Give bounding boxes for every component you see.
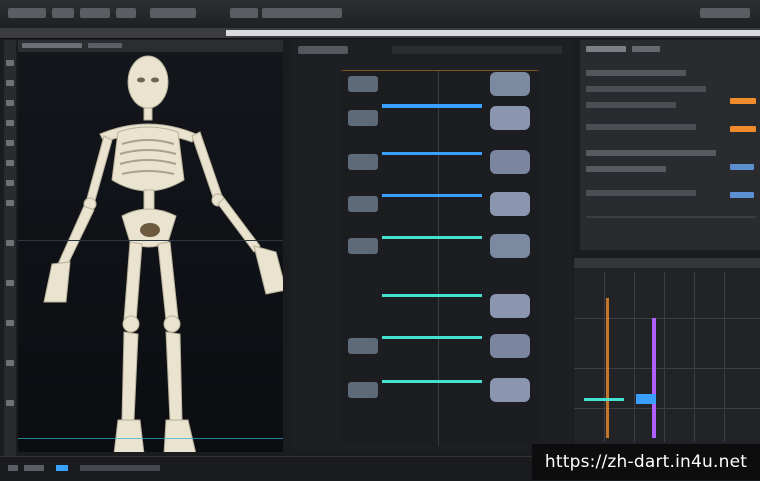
tool-icon[interactable] — [6, 120, 14, 126]
property-value[interactable] — [730, 164, 754, 170]
graph-node-row[interactable] — [342, 332, 538, 362]
menu-item[interactable] — [52, 8, 74, 18]
skeleton-model-icon[interactable] — [18, 52, 283, 452]
timeline-panel[interactable] — [574, 258, 760, 448]
tool-icon[interactable] — [6, 280, 14, 286]
status-icon[interactable] — [24, 465, 44, 471]
graph-node-row[interactable] — [342, 292, 538, 322]
keyframe-track[interactable] — [584, 398, 624, 401]
property-row[interactable] — [586, 70, 686, 76]
property-row[interactable] — [586, 86, 706, 92]
tool-icon[interactable] — [6, 320, 14, 326]
graph-tab[interactable] — [298, 46, 348, 54]
property-row[interactable] — [586, 190, 696, 196]
graph-node-row[interactable] — [342, 232, 538, 262]
address-field[interactable] — [226, 30, 760, 36]
graph-toolbar — [392, 46, 562, 54]
panel-tab[interactable] — [586, 46, 626, 52]
menu-item[interactable] — [230, 8, 258, 18]
menu-item[interactable] — [8, 8, 46, 18]
status-icon[interactable] — [8, 465, 18, 471]
menu-item[interactable] — [80, 8, 110, 18]
viewport-title — [22, 43, 82, 48]
graph-node-row[interactable] — [342, 148, 538, 178]
tool-icon[interactable] — [6, 80, 14, 86]
tool-icon[interactable] — [6, 180, 14, 186]
property-row[interactable] — [586, 150, 716, 156]
tool-icon[interactable] — [6, 160, 14, 166]
keyframe-track[interactable] — [652, 318, 656, 438]
property-value[interactable] — [730, 126, 756, 132]
status-bar — [0, 456, 580, 481]
viewport-header — [18, 40, 283, 52]
graph-node-row[interactable] — [342, 104, 538, 134]
menu-bar — [0, 0, 760, 29]
watermark-url: https://zh-dart.in4u.net — [532, 444, 760, 480]
graph-node-row[interactable] — [342, 70, 538, 100]
status-icon[interactable] — [56, 465, 68, 471]
node-graph-canvas[interactable] — [342, 70, 538, 446]
tool-icon[interactable] — [6, 100, 14, 106]
property-value[interactable] — [730, 98, 756, 104]
tool-icon[interactable] — [6, 360, 14, 366]
graph-node-row[interactable] — [342, 376, 538, 406]
timeline-header — [574, 258, 760, 268]
menu-item[interactable] — [150, 8, 196, 18]
property-value[interactable] — [730, 192, 754, 198]
menu-item[interactable] — [116, 8, 136, 18]
tool-icon[interactable] — [6, 200, 14, 206]
properties-panel — [580, 40, 760, 250]
tool-icon[interactable] — [6, 140, 14, 146]
menu-item[interactable] — [262, 8, 342, 18]
playhead[interactable] — [606, 298, 609, 438]
tool-icon[interactable] — [6, 240, 14, 246]
property-row[interactable] — [586, 124, 696, 130]
tool-icon[interactable] — [6, 400, 14, 406]
panel-tab[interactable] — [632, 46, 660, 52]
window-controls[interactable] — [700, 8, 750, 18]
tool-icon[interactable] — [6, 60, 14, 66]
property-row[interactable] — [586, 166, 666, 172]
divider — [586, 216, 756, 218]
viewport-tab[interactable] — [88, 43, 122, 48]
graph-node-row[interactable] — [342, 190, 538, 220]
status-text — [80, 465, 160, 471]
toolbar — [0, 28, 760, 39]
property-row[interactable] — [586, 102, 676, 108]
keyframe[interactable] — [636, 394, 656, 404]
3d-viewport[interactable] — [18, 52, 283, 452]
